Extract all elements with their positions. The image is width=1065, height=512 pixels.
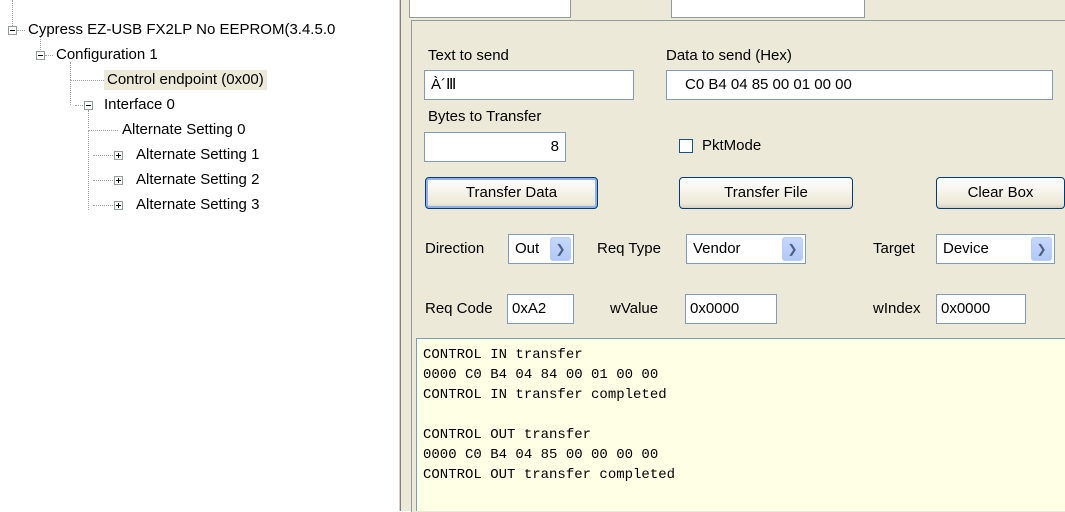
tree-line: [88, 130, 118, 131]
tree-line: [17, 30, 25, 31]
clear-box-button[interactable]: Clear Box: [936, 177, 1065, 209]
tree-line: [70, 80, 104, 81]
chevron-down-icon[interactable]: ❯: [550, 237, 571, 261]
tree-line: [70, 80, 71, 105]
tree-node-alt-setting[interactable]: Alternate Setting 1: [136, 145, 259, 165]
expand-icon[interactable]: [114, 201, 123, 210]
transfer-data-button[interactable]: Transfer Data: [425, 177, 598, 209]
tree-node-alt-setting[interactable]: Alternate Setting 2: [136, 170, 259, 190]
data-hex-input[interactable]: C0 B4 04 85 00 01 00 00: [666, 70, 1053, 100]
req-code-label: Req Code: [425, 300, 493, 317]
tree-line: [88, 130, 89, 210]
log-line: 0000 C0 B4 04 84 00 01 00 00: [423, 367, 659, 383]
req-type-label: Req Type: [597, 240, 661, 257]
tree-line: [45, 55, 53, 56]
req-type-value: Vendor: [693, 240, 741, 257]
tree-node-device[interactable]: Cypress EZ-USB FX2LP No EEPROM(3.4.5.0: [28, 20, 335, 40]
target-value: Device: [943, 240, 989, 257]
target-label: Target: [873, 240, 915, 257]
tree-node-configuration[interactable]: Configuration 1: [56, 45, 158, 65]
pktmode-checkbox[interactable]: [679, 139, 693, 153]
text-to-send-input[interactable]: À´Ⅲ: [424, 70, 634, 100]
tab-strip: [401, 0, 1065, 20]
target-select[interactable]: Device ❯: [936, 234, 1055, 264]
bytes-to-transfer-label: Bytes to Transfer: [428, 108, 542, 125]
log-line: CONTROL OUT transfer: [423, 427, 592, 443]
windex-label: wIndex: [873, 300, 921, 317]
req-code-input[interactable]: 0xA2: [507, 294, 574, 324]
wvalue-input[interactable]: 0x0000: [685, 294, 777, 324]
chevron-down-icon[interactable]: ❯: [1031, 237, 1052, 261]
log-line: CONTROL IN transfer: [423, 347, 583, 363]
windex-input[interactable]: 0x0000: [936, 294, 1026, 324]
transfer-file-button[interactable]: Transfer File: [679, 177, 853, 209]
device-tree[interactable]: Cypress EZ-USB FX2LP No EEPROM(3.4.5.0 C…: [0, 0, 398, 511]
data-hex-label: Data to send (Hex): [666, 47, 792, 64]
log-line: CONTROL IN transfer completed: [423, 387, 667, 403]
chevron-down-icon[interactable]: ❯: [782, 237, 803, 261]
log-line: CONTROL OUT transfer completed: [423, 467, 676, 483]
collapse-icon[interactable]: [36, 51, 45, 60]
expand-icon[interactable]: [114, 151, 123, 160]
collapse-icon[interactable]: [84, 101, 93, 110]
tree-node-alt-setting[interactable]: Alternate Setting 0: [122, 120, 245, 140]
tree-line: [88, 110, 89, 128]
collapse-icon[interactable]: [8, 26, 17, 35]
text-to-send-label: Text to send: [428, 47, 509, 64]
tree-line: [93, 155, 115, 156]
direction-value: Out: [515, 240, 540, 257]
req-type-select[interactable]: Vendor ❯: [686, 234, 806, 264]
tree-line: [93, 180, 115, 181]
tree-node-control-endpoint[interactable]: Control endpoint (0x00): [104, 70, 267, 90]
output-log[interactable]: CONTROL IN transfer 0000 C0 B4 04 84 00 …: [416, 338, 1065, 511]
direction-label: Direction: [425, 240, 485, 257]
tab-partial-right[interactable]: [671, 0, 865, 18]
wvalue-label: wValue: [610, 300, 659, 317]
pktmode-label: PktMode: [702, 137, 762, 154]
tree-node-alt-setting[interactable]: Alternate Setting 3: [136, 195, 259, 215]
tree-line: [93, 205, 115, 206]
bytes-to-transfer-input[interactable]: 8: [424, 132, 566, 162]
direction-select[interactable]: Out ❯: [508, 234, 574, 264]
log-line: 0000 C0 B4 04 85 00 00 00 00: [423, 447, 659, 463]
tree-node-interface[interactable]: Interface 0: [104, 95, 175, 115]
tree-line: [75, 105, 83, 106]
expand-icon[interactable]: [114, 176, 123, 185]
tab-partial-left[interactable]: [409, 0, 571, 18]
